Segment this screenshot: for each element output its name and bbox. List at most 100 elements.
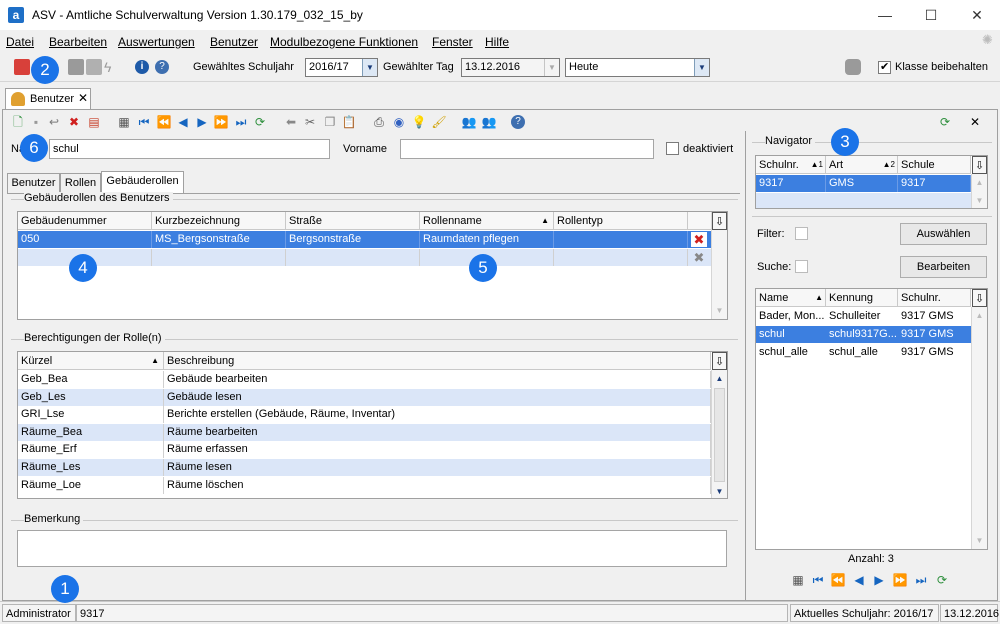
subtab-gebaeuderollen[interactable]: Gebäuderollen xyxy=(101,171,184,193)
undo-icon[interactable]: ↩ xyxy=(46,114,62,130)
shield-icon[interactable] xyxy=(845,59,861,75)
col-rollenname[interactable]: Rollenname ▲ xyxy=(420,212,554,230)
col-kurzbezeichnung[interactable]: Kurzbezeichnung xyxy=(152,212,286,230)
schuljahr-select[interactable]: 2016/17 ▼ xyxy=(305,58,378,77)
column-config-icon[interactable]: ⇩ xyxy=(972,156,987,174)
minimize-button[interactable]: — xyxy=(862,0,908,30)
col-rollentyp[interactable]: Rollentyp xyxy=(554,212,688,230)
column-config-icon[interactable]: ⇩ xyxy=(712,212,727,230)
scrollbar[interactable]: ▲ ▼ xyxy=(711,370,727,498)
first-icon[interactable]: ⏮ xyxy=(810,572,826,588)
paste-icon[interactable]: 📋 xyxy=(341,114,357,130)
book-icon[interactable] xyxy=(14,59,30,75)
cut-icon[interactable]: ✂ xyxy=(302,114,318,130)
prev-icon[interactable]: ◀ xyxy=(851,572,867,588)
scroll-down-icon[interactable]: ▼ xyxy=(972,533,987,548)
col-art[interactable]: Art ▲2 xyxy=(826,156,898,174)
window-icon[interactable] xyxy=(86,59,102,75)
table-row[interactable]: Räume_Bea Räume bearbeiten xyxy=(18,423,711,441)
scroll-down-icon[interactable]: ▼ xyxy=(712,303,727,318)
user-add-icon[interactable]: 👥 xyxy=(461,114,477,130)
scroll-up-icon[interactable]: ▲ xyxy=(712,371,727,386)
col-beschreibung[interactable]: Beschreibung xyxy=(164,352,711,370)
fast-forward-icon[interactable]: ⏩ xyxy=(892,572,908,588)
table-row[interactable]: 9317 GMS 9317 xyxy=(756,175,971,192)
next-icon[interactable]: ▶ xyxy=(194,114,210,130)
delete-row-icon[interactable]: ✖ xyxy=(691,250,707,265)
delete-row-icon[interactable]: ✖ xyxy=(691,232,707,247)
suche-checkbox[interactable] xyxy=(795,260,808,273)
table-row[interactable]: Geb_Les Gebäude lesen xyxy=(18,388,711,406)
col-schule[interactable]: Schule xyxy=(898,156,971,174)
menu-hilfe[interactable]: Hilfe xyxy=(485,35,509,49)
prev-icon[interactable]: ◀ xyxy=(175,114,191,130)
bearbeiten-button[interactable]: Bearbeiten xyxy=(900,256,987,278)
last-icon[interactable]: ⏭ xyxy=(913,572,929,588)
scroll-up-icon[interactable]: ▲ xyxy=(972,308,987,323)
arrow-left-icon[interactable]: ⬅ xyxy=(283,114,299,130)
col-strasse[interactable]: Straße xyxy=(286,212,420,230)
fast-back-icon[interactable]: ⏪ xyxy=(830,572,846,588)
refresh-icon[interactable]: ⟳ xyxy=(934,572,950,588)
table-row[interactable]: 050 MS_Bergsonstraße Bergsonstraße Raumd… xyxy=(18,231,711,248)
col-user-schulnr[interactable]: Schulnr. xyxy=(898,289,971,307)
chevron-down-icon[interactable]: ▼ xyxy=(362,59,377,76)
col-schulnr[interactable]: Schulnr. ▲1 xyxy=(756,156,826,174)
table-row[interactable]: GRI_Lse Berichte erstellen (Gebäude, Räum… xyxy=(18,406,711,424)
help-icon[interactable]: ? xyxy=(511,115,525,129)
table-row[interactable]: Geb_Bea Gebäude bearbeiten xyxy=(18,371,711,388)
tag-select[interactable]: 13.12.2016 ▼ xyxy=(461,58,560,77)
vorname-input[interactable] xyxy=(400,139,654,159)
column-config-icon[interactable]: ⇩ xyxy=(972,289,987,307)
table-row[interactable]: schul_alle schul_alle 9317 GMS xyxy=(756,344,971,361)
table-row-empty[interactable]: ✖ xyxy=(18,249,711,266)
column-config-icon[interactable]: ⇩ xyxy=(712,352,727,370)
bulb-icon[interactable]: 💡 xyxy=(411,114,427,130)
eye-icon[interactable]: ◉ xyxy=(391,114,407,130)
col-name[interactable]: Name ▲ xyxy=(756,289,826,307)
col-gebaeudenummer[interactable]: Gebäudenummer xyxy=(18,212,152,230)
klasse-beibehalten-checkbox[interactable] xyxy=(878,60,891,74)
maximize-button[interactable]: ☐ xyxy=(908,0,954,30)
scrollbar[interactable]: ▲ ▼ xyxy=(971,174,987,208)
menu-fenster[interactable]: Fenster xyxy=(432,35,473,49)
menu-benutzer[interactable]: Benutzer xyxy=(210,35,258,49)
close-panel-icon[interactable]: ✕ xyxy=(967,114,983,130)
deaktiviert-checkbox[interactable] xyxy=(666,142,679,155)
list-icon[interactable]: ▦ xyxy=(790,572,806,588)
table-row[interactable]: Bader, Mon... Schulleiter 9317 GMS xyxy=(756,308,971,325)
col-kuerzel[interactable]: Kürzel ▲ xyxy=(18,352,164,370)
scrollbar[interactable]: ▲ ▼ xyxy=(971,307,987,549)
col-kennung[interactable]: Kennung xyxy=(826,289,898,307)
help-circle-icon[interactable]: ? xyxy=(155,60,169,74)
next-icon[interactable]: ▶ xyxy=(871,572,887,588)
auswaehlen-button[interactable]: Auswählen xyxy=(900,223,987,245)
menu-auswertungen[interactable]: Auswertungen xyxy=(118,35,195,49)
tab-benutzer[interactable]: Benutzer ✕ xyxy=(5,88,91,110)
scroll-up-icon[interactable]: ▲ xyxy=(972,175,987,190)
first-icon[interactable]: ⏮ xyxy=(136,114,152,130)
save-icon[interactable]: ▪ xyxy=(28,114,44,130)
subtab-rollen[interactable]: Rollen xyxy=(60,173,101,193)
user-group-icon[interactable]: 👥 xyxy=(481,114,497,130)
close-window-button[interactable]: ✕ xyxy=(954,0,1000,30)
table-row[interactable]: Räume_Loe Räume löschen xyxy=(18,476,711,494)
table-row-selected[interactable]: schul schul9317G... 9317 GMS xyxy=(756,326,971,343)
scroll-thumb[interactable] xyxy=(714,388,725,482)
scroll-down-icon[interactable]: ▼ xyxy=(712,484,727,498)
list-icon[interactable]: ▦ xyxy=(116,114,132,130)
copy-doc-icon[interactable]: ❐ xyxy=(322,114,338,130)
menu-bearbeiten[interactable]: Bearbeiten xyxy=(49,35,107,49)
print-icon[interactable]: ⎙ xyxy=(371,114,387,130)
lightning-icon[interactable]: ϟ xyxy=(104,59,120,75)
fast-back-icon[interactable]: ⏪ xyxy=(156,114,172,130)
table-row[interactable]: Räume_Les Räume lesen xyxy=(18,459,711,476)
refresh-icon[interactable]: ⟳ xyxy=(252,114,268,130)
subtab-benutzer[interactable]: Benutzer xyxy=(7,173,60,193)
info-icon[interactable]: i xyxy=(135,60,149,74)
name-input[interactable]: schul xyxy=(49,139,330,159)
bemerkung-textarea[interactable] xyxy=(17,530,727,567)
sync-icon[interactable]: ⟳ xyxy=(937,114,953,130)
close-tab-icon[interactable]: ✕ xyxy=(78,91,88,105)
fast-forward-icon[interactable]: ⏩ xyxy=(213,114,229,130)
